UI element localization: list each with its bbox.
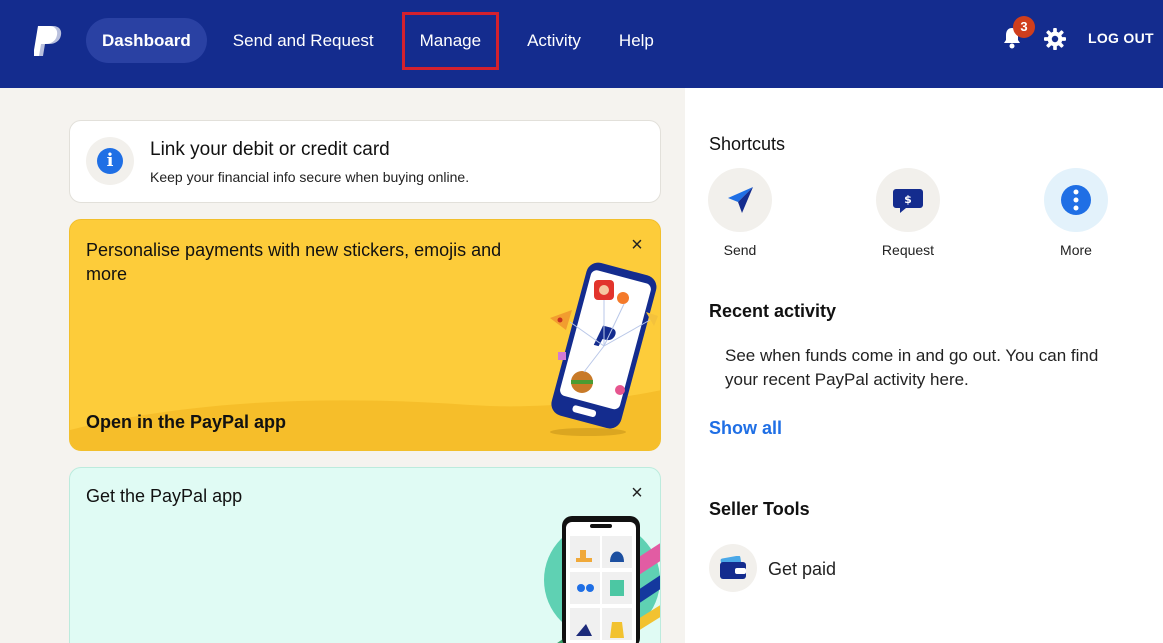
shortcut-send[interactable]: Send (695, 168, 785, 258)
shortcut-request-label: Request (881, 242, 935, 258)
link-card-banner[interactable]: i Link your debit or credit card Keep yo… (69, 120, 661, 203)
logout-button[interactable]: LOG OUT (1088, 30, 1154, 46)
shortcut-request[interactable]: $ Request (863, 168, 953, 258)
main-nav: Dashboard Send and Request Manage Activi… (86, 11, 676, 70)
right-sidebar: Shortcuts Send $ Request More Recent act… (685, 88, 1163, 643)
paypal-logo-icon[interactable] (34, 24, 64, 58)
close-promo-icon[interactable]: × (628, 235, 646, 255)
link-card-subtitle: Keep your financial info secure when buy… (150, 169, 470, 185)
request-money-icon: $ (893, 189, 923, 213)
link-card-title: Link your debit or credit card (150, 139, 390, 160)
top-nav-bar: Dashboard Send and Request Manage Activi… (0, 0, 1163, 88)
get-paid-link[interactable]: Get paid (768, 559, 836, 580)
phone-shop-illustration (544, 516, 660, 643)
wallet-icon (720, 556, 746, 579)
nav-manage[interactable]: Manage (401, 11, 500, 70)
more-dots-icon (1061, 185, 1091, 215)
svg-text:$: $ (904, 193, 912, 206)
nav-help[interactable]: Help (603, 18, 670, 63)
stickers-promo-card: Personalise payments with new stickers, … (69, 219, 661, 451)
nav-send-and-request[interactable]: Send and Request (217, 18, 390, 63)
settings-gear-icon[interactable] (1044, 28, 1066, 50)
nav-activity[interactable]: Activity (511, 18, 597, 63)
recent-activity-text: See when funds come in and go out. You c… (725, 346, 1099, 389)
open-in-app-link[interactable]: Open in the PayPal app (86, 412, 286, 433)
get-app-card: Get the PayPal app × (69, 467, 661, 643)
shortcuts-title: Shortcuts (709, 134, 786, 154)
info-icon-container: i (86, 137, 134, 185)
send-icon-container (708, 168, 772, 232)
get-paid-icon-container[interactable] (709, 544, 757, 592)
shortcut-more[interactable]: More (1031, 168, 1121, 258)
promo-text: Personalise payments with new stickers, … (86, 240, 502, 284)
phone-stickers-illustration (550, 262, 658, 436)
shortcut-send-label: Send (723, 242, 757, 258)
more-icon-container (1044, 168, 1108, 232)
nav-dashboard[interactable]: Dashboard (86, 18, 207, 63)
info-icon: i (97, 148, 123, 174)
send-paper-plane-icon (728, 187, 753, 213)
show-all-link[interactable]: Show all (709, 418, 782, 439)
seller-tools-title: Seller Tools (709, 499, 810, 519)
get-app-title: Get the PayPal app (86, 486, 243, 506)
notification-badge: 3 (1013, 16, 1035, 38)
shortcut-more-label: More (1060, 242, 1092, 258)
request-icon-container: $ (876, 168, 940, 232)
recent-activity-title: Recent activity (709, 301, 837, 321)
